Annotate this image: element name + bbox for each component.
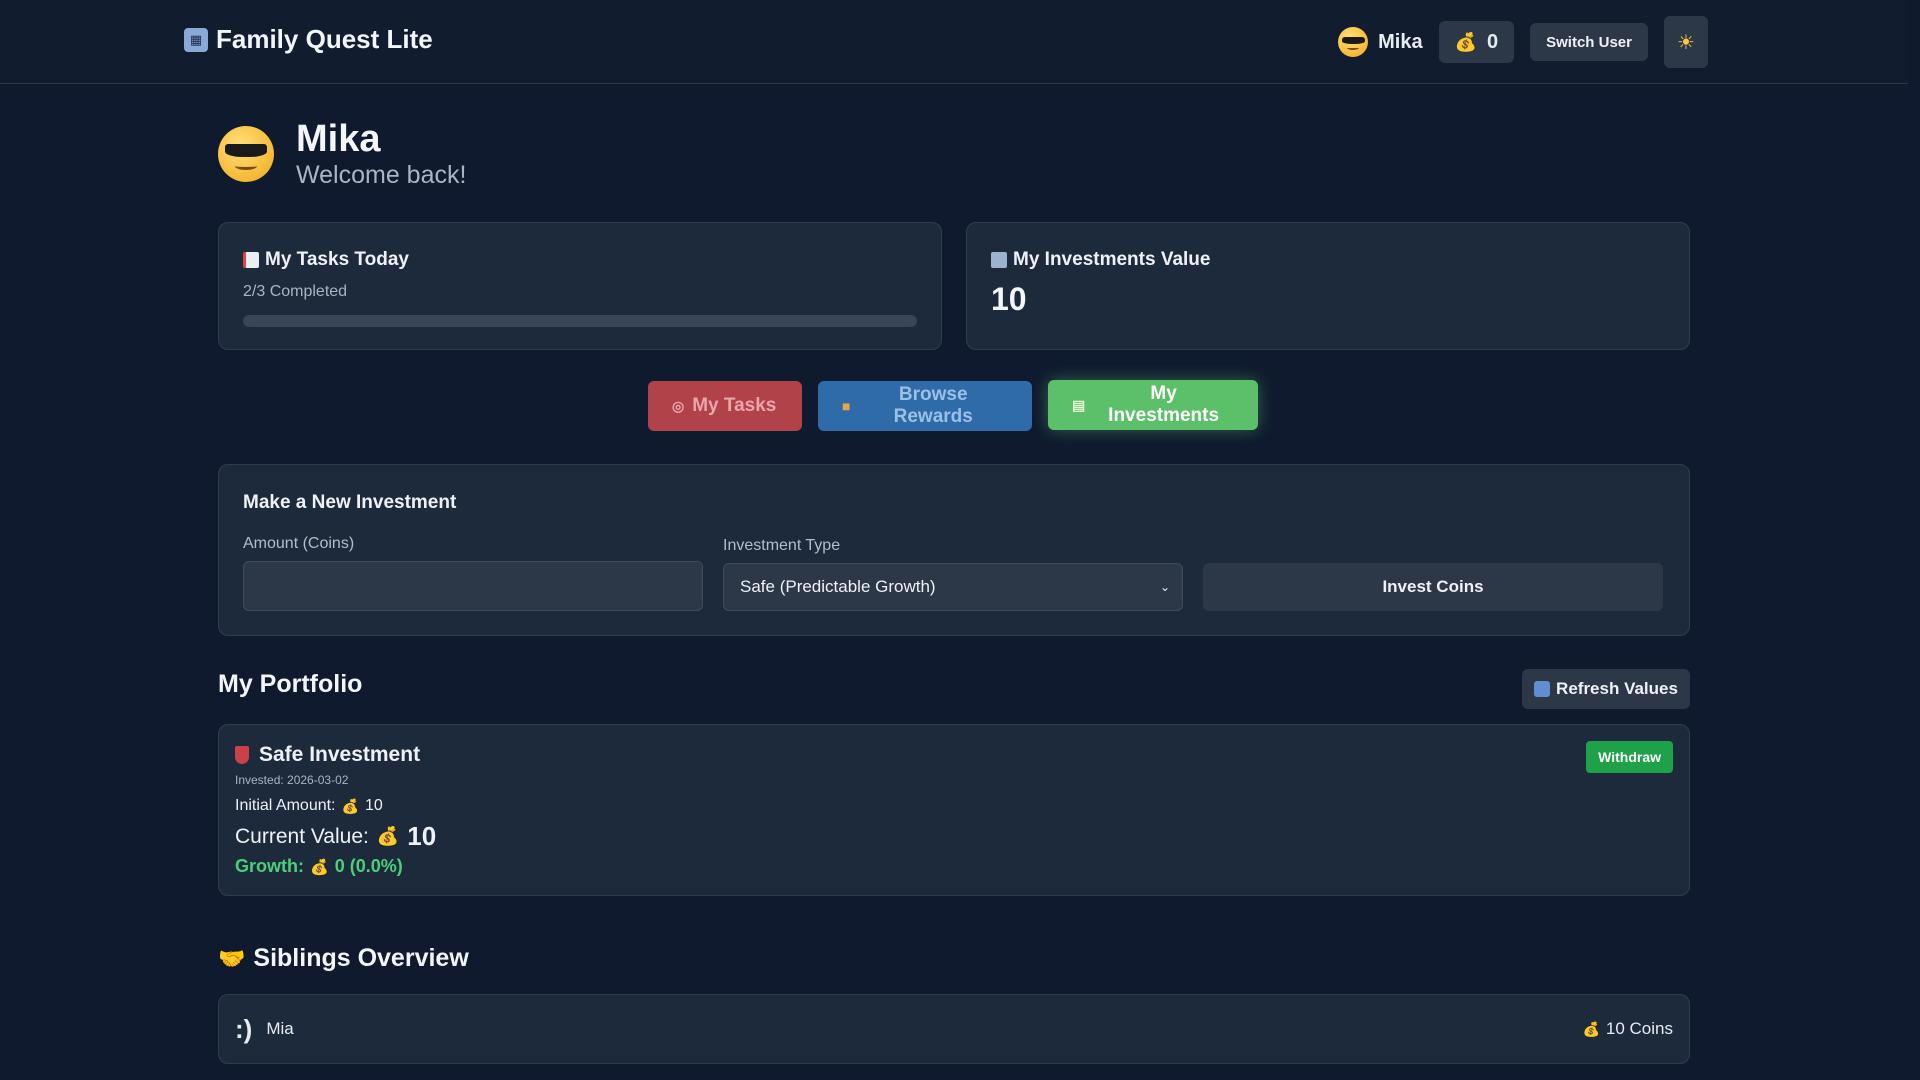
main-tabs: ◎ My Tasks ■ Browse Rewards ▤ My Investm… [648, 380, 1258, 431]
tasks-status: 2/3 Completed [243, 283, 348, 300]
tasks-progress-bar [243, 315, 917, 327]
investment-type-value: Safe (Predictable Growth) [740, 577, 936, 596]
initial-amount-row: Initial Amount: 💰 10 [235, 797, 1673, 815]
tab-browse-rewards-label: Browse Rewards [893, 384, 973, 427]
amount-label: Amount (Coins) [243, 535, 355, 552]
tasks-card-title-text: My Tasks Today [265, 249, 409, 270]
initial-amount-label: Initial Amount: [235, 797, 336, 814]
refresh-icon [1534, 681, 1551, 697]
sunglasses-emoji-icon [1338, 27, 1369, 57]
investments-value-card: My Investments Value 10 [966, 222, 1690, 350]
money-bag-icon: 💰 [341, 797, 359, 814]
sibling-coins: 💰 10 Coins [1582, 1019, 1673, 1039]
current-user-name: Mika [1378, 30, 1423, 53]
tab-my-investments-label: My Investments [1108, 383, 1220, 426]
sibling-avatar: :) [235, 1013, 253, 1044]
current-value-label: Current Value: [235, 824, 369, 848]
app-title: Family Quest Lite [216, 24, 433, 54]
profile-subtitle: Welcome back! [296, 161, 467, 189]
tab-my-tasks-label: My Tasks [692, 395, 777, 416]
tab-my-tasks[interactable]: ◎ My Tasks [648, 381, 802, 431]
siblings-title: 🤝 Siblings Overview [218, 944, 469, 973]
amount-input[interactable] [243, 561, 703, 611]
refresh-values-button[interactable]: Refresh Values [1522, 669, 1690, 709]
initial-amount-value: 10 [364, 797, 383, 814]
chevron-down-icon: ⌄ [1159, 580, 1170, 594]
coin-balance: 0 [1487, 30, 1499, 53]
current-value: 10 [407, 821, 437, 851]
target-icon: ◎ [672, 397, 685, 414]
new-investment-title: Make a New Investment [243, 492, 457, 513]
profile-header: Mika Welcome back! [218, 118, 466, 190]
family-icon: ▦ [184, 27, 208, 52]
portfolio-item: Safe Investment Invested: 2026-03-02 Ini… [218, 724, 1690, 896]
money-bag-icon: 💰 [376, 826, 400, 846]
refresh-values-label: Refresh Values [1556, 679, 1678, 698]
investments-total-value: 10 [991, 281, 1027, 317]
withdraw-button[interactable]: Withdraw [1586, 741, 1673, 773]
tab-browse-rewards[interactable]: ■ Browse Rewards [818, 381, 1032, 431]
sibling-info: :) Mia [235, 1014, 294, 1045]
avatar [218, 126, 274, 182]
growth-label: Growth: [235, 856, 304, 876]
current-user: Mika [1338, 27, 1423, 57]
investment-type-label: Investment Type [723, 537, 841, 554]
profile-text: Mika Welcome back! [296, 118, 466, 190]
portfolio-title: My Portfolio [218, 670, 363, 698]
handshake-icon: 🤝 [218, 945, 246, 971]
bank-icon [991, 252, 1007, 268]
tab-my-investments[interactable]: ▤ My Investments [1048, 380, 1258, 430]
tasks-progress-fill [243, 315, 917, 327]
theme-toggle-button[interactable]: ☀ [1664, 16, 1708, 68]
sun-icon: ☀ [1677, 31, 1695, 54]
app-brand[interactable]: ▦ Family Quest Lite [184, 24, 433, 55]
money-bag-icon: 💰 [1454, 31, 1477, 52]
siblings-title-text: Siblings Overview [253, 944, 469, 972]
tasks-card-title: My Tasks Today [243, 249, 917, 271]
invested-date: Invested: 2026-03-02 [235, 773, 349, 787]
tasks-today-card: My Tasks Today 2/3 Completed [218, 222, 942, 350]
money-bag-icon: 💰 [1582, 1020, 1600, 1037]
growth-value: 0 (0.0%) [334, 856, 403, 876]
growth-row: Growth: 💰 0 (0.0%) [235, 856, 1673, 877]
invest-coins-button[interactable]: Invest Coins [1203, 563, 1663, 611]
investments-card-title: My Investments Value [991, 249, 1665, 271]
current-value-row: Current Value: 💰 10 [235, 821, 1673, 852]
investment-name-text: Safe Investment [259, 743, 421, 766]
sibling-coins-value: 10 Coins [1605, 1019, 1673, 1038]
investment-type-select[interactable]: Safe (Predictable Growth) ⌄ [723, 563, 1183, 611]
money-bag-icon: 💰 [310, 858, 329, 876]
chart-icon [243, 252, 259, 268]
header-actions: Mika 💰 0 Switch User ☀ [1338, 16, 1708, 68]
top-bar: ▦ Family Quest Lite Mika 💰 0 Switch User… [0, 0, 1908, 84]
new-investment-panel: Make a New Investment Amount (Coins) Inv… [218, 464, 1690, 636]
profile-name: Mika [296, 118, 381, 160]
sibling-name: Mia [266, 1019, 294, 1038]
switch-user-button[interactable]: Switch User [1530, 23, 1648, 61]
money-icon: ▤ [1072, 396, 1086, 413]
gift-icon: ■ [842, 398, 851, 414]
sibling-row: :) Mia 💰 10 Coins [218, 994, 1690, 1064]
shield-icon [235, 746, 249, 764]
investment-name: Safe Investment [235, 743, 1673, 767]
investments-card-title-text: My Investments Value [1013, 249, 1211, 270]
coin-balance-badge: 💰 0 [1438, 21, 1515, 63]
